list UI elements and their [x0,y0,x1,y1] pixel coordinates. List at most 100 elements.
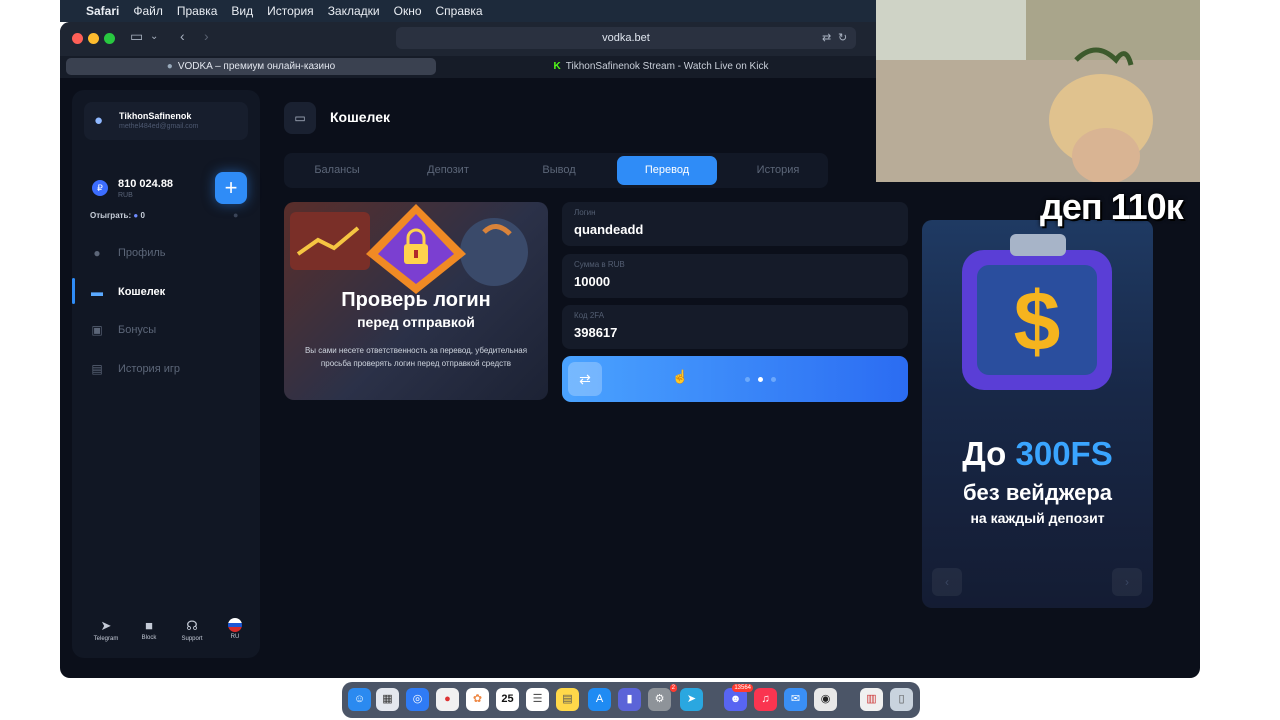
page-title: Кошелек [330,109,391,125]
tab-balances[interactable]: Балансы [287,156,387,185]
add-funds-button[interactable]: + [215,172,247,204]
system-settings-icon[interactable]: ⚙ 2 [648,684,677,711]
tab-transfer[interactable]: Перевод [617,156,717,185]
money-case-illustration: $ [962,234,1112,390]
wager-row: Отыграть: ● 0 [90,211,145,220]
profile-icon: ● [93,246,101,260]
support-link[interactable]: ☊ Support [172,618,212,642]
settings-badge: 2 [669,684,677,692]
translate-icon[interactable]: ⇄ [822,31,831,44]
language-label: RU [230,634,240,640]
tab-deposit[interactable]: Депозит [398,156,498,185]
music-icon[interactable]: ♫ [754,688,777,711]
discord-icon[interactable]: ☻ 13564 [724,684,753,711]
safari-icon[interactable]: ◎ [406,688,429,711]
browser-tab-kick[interactable]: K TikhonSafinenok Stream - Watch Live on… [446,58,876,75]
telegram-link[interactable]: ➤ Telegram [86,618,126,642]
launchpad-icon[interactable]: ▦ [376,688,399,711]
stream-overlay-text: деп 110к [1040,186,1184,227]
warning-lock-illustration [290,204,528,294]
menu-item-edit[interactable]: Правка [177,4,218,18]
language-switch[interactable]: RU [215,618,255,640]
mail-icon[interactable]: ✉ [784,688,807,711]
url-text: vodka.bet [602,32,650,44]
pointer-cursor-icon: ☝ [672,369,689,384]
macos-menu-bar: Safari Файл Правка Вид История Закладки … [60,0,876,22]
chevron-down-icon[interactable]: ⌄ [150,31,158,42]
sidebar-item-profile[interactable]: ● Профиль [90,243,166,263]
history-icon: ▤ [91,362,103,376]
banner-line2: без вейджера [962,480,1113,505]
promo-subtitle: перед отправкой [357,314,475,330]
sidebar-item-label: Профиль [118,247,166,259]
balance-currency-icon: ₽ [92,180,108,196]
sidebar-item-wallet[interactable]: ▬ Кошелек [90,282,165,302]
login-field[interactable]: Логин quandeadd [562,202,908,246]
fullscreen-window-button[interactable] [104,33,115,44]
chrome-icon[interactable]: ● [436,688,459,711]
wager-label: Отыграть: [90,211,132,220]
login-label: Логин [574,208,596,217]
forward-icon[interactable]: › [204,28,209,44]
banner-prev-icon[interactable]: ‹ [932,568,962,596]
amount-field[interactable]: Сумма в RUB 10000 [562,254,908,298]
minimize-window-button[interactable] [88,33,99,44]
sidebar-item-game-history[interactable]: ▤ История игр [90,359,180,379]
login-value[interactable]: quandeadd [574,222,643,237]
document-icon[interactable]: ▥ [860,688,883,711]
obs-icon[interactable]: ◉ [814,688,837,711]
macos-dock: ☺ ▦ ◎ ● ✿ 25 ☰ ▤ A ▮ ⚙ 2 ➤ ☻ 13564 ♫ ✉ ◉… [342,682,920,718]
twofa-field[interactable]: Код 2FA 398617 [562,305,908,349]
telegram-label: Telegram [93,636,119,642]
telegram-dock-icon[interactable]: ➤ [680,688,703,711]
promo-banner[interactable]: $ До 300FS без вейджера на каждый депози… [922,220,1153,608]
sidebar-item-bonuses[interactable]: ▣ Бонусы [90,320,156,340]
loading-dot [745,377,750,382]
amount-value[interactable]: 10000 [574,274,610,289]
info-icon[interactable]: ● [233,210,238,220]
kick-favicon-icon: K [553,61,561,72]
transfer-icon: ⇄ [568,362,602,396]
banner-next-icon[interactable]: › [1112,568,1142,596]
menu-item-safari[interactable]: Safari [86,4,119,18]
transfer-submit-button[interactable]: ⇄ ☝ [562,356,908,402]
finder-icon[interactable]: ☺ [348,688,371,711]
sidebar: ● TikhonSafinenok methel484ed@gmail.com … [72,90,260,658]
block-link[interactable]: ■ Block [129,618,169,641]
menu-item-history[interactable]: История [267,4,314,18]
sidebar-footer: ➤ Telegram ■ Block ☊ Support RU [86,618,246,648]
coin-icon: ● [133,211,139,220]
twofa-value[interactable]: 398617 [574,325,617,340]
menu-item-help[interactable]: Справка [436,4,483,18]
calendar-icon[interactable]: 25 [496,688,519,711]
trash-icon[interactable]: ▯ [890,688,913,711]
photos-icon[interactable]: ✿ [466,688,489,711]
readdle-icon[interactable]: ▮ [618,688,641,711]
sidebar-toggle-icon[interactable]: ▭ [130,28,143,45]
close-window-button[interactable] [72,33,83,44]
notes-icon[interactable]: ▤ [556,688,579,711]
block-label: Block [141,635,157,641]
support-label: Support [181,636,203,642]
russia-flag-icon [228,618,242,632]
menu-item-bookmarks[interactable]: Закладки [328,4,380,18]
user-card[interactable]: ● TikhonSafinenok methel484ed@gmail.com [84,102,248,140]
telegram-icon: ➤ [100,618,112,633]
menu-item-view[interactable]: Вид [231,4,253,18]
app-store-icon[interactable]: A [588,688,611,711]
back-icon[interactable]: ‹ [180,28,185,44]
browser-tab-vodka[interactable]: ● VODKA – премиум онлайн-казино [66,58,436,75]
reload-icon[interactable]: ↻ [838,31,847,44]
menu-item-file[interactable]: Файл [133,4,163,18]
tab-withdraw[interactable]: Вывод [509,156,609,185]
check-login-card: Проверь логин перед отправкой Вы сами не… [284,202,548,400]
balance-currency: RUB [118,192,133,199]
user-icon: ● [94,112,104,129]
banner-accent: 300FS [1015,435,1113,472]
loading-dot [771,377,776,382]
reminders-icon[interactable]: ☰ [526,688,549,711]
address-bar[interactable]: vodka.bet [396,27,856,49]
menu-item-window[interactable]: Окно [394,4,422,18]
discord-badge: 13564 [732,684,753,692]
tab-history[interactable]: История [728,156,828,185]
